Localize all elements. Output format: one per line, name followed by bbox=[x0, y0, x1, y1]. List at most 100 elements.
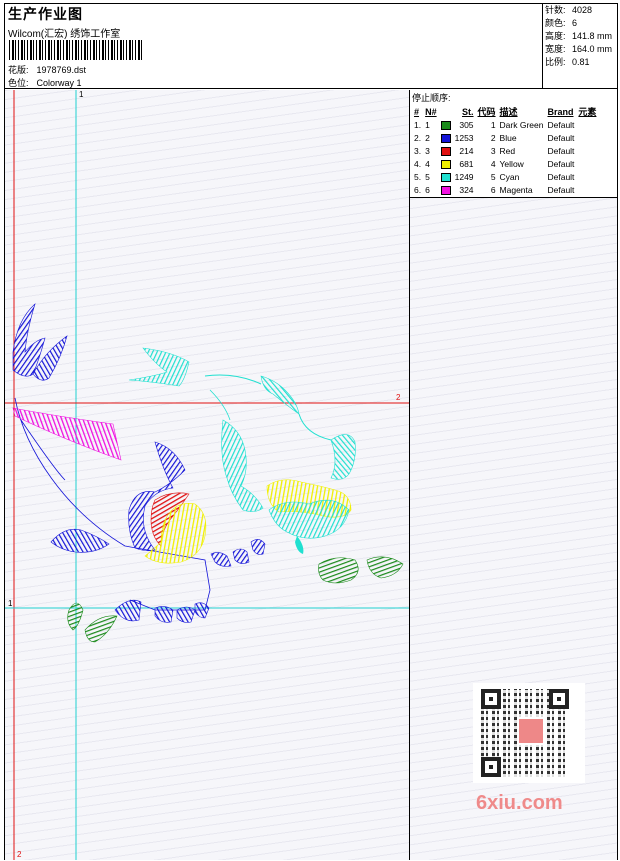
thread-cell-swatch bbox=[439, 170, 453, 183]
thread-cell-idx: 1. bbox=[414, 119, 422, 130]
thread-table: # N# St. 代码 描述 Brand 元素 1. 1 305 1 Dark Gree… bbox=[412, 105, 598, 196]
col-brand: Brand bbox=[547, 106, 574, 117]
worksheet-title: 生产作业图 bbox=[8, 6, 83, 22]
barcode bbox=[9, 40, 143, 60]
thread-cell-desc: Yellow bbox=[499, 158, 524, 169]
thread-row: 5. 5 1249 5 Cyan Default bbox=[412, 170, 598, 183]
thread-cell-desc: Magenta bbox=[499, 184, 533, 195]
thread-cell-desc: Red bbox=[499, 145, 516, 156]
thread-row: 1. 1 305 1 Dark Green Default bbox=[412, 118, 598, 131]
thread-cell-n: 4 bbox=[425, 158, 430, 169]
thread-cell-code: 1 bbox=[490, 119, 496, 130]
thread-cell-st: 681 bbox=[459, 158, 474, 169]
thread-table-header: # N# St. 代码 描述 Brand 元素 bbox=[412, 105, 598, 118]
thread-cell-element bbox=[576, 144, 598, 157]
blue-bottom-dashes bbox=[114, 599, 210, 623]
cyan-shell bbox=[268, 499, 350, 539]
thread-cell-n: 6 bbox=[425, 184, 430, 195]
cyan-body bbox=[221, 419, 264, 512]
qr-code bbox=[473, 683, 585, 783]
thread-cell-idx: 6. bbox=[414, 184, 422, 195]
width-row: 宽度: 164.0 mm bbox=[543, 43, 617, 56]
thread-cell-brand: Default bbox=[547, 145, 575, 156]
cyan-shell-base bbox=[295, 536, 304, 554]
thread-cell-n: 3 bbox=[425, 145, 430, 156]
thread-row: 2. 2 1253 2 Blue Default bbox=[412, 131, 598, 144]
thread-cell-st: 214 bbox=[459, 145, 474, 156]
magenta-leaf bbox=[12, 407, 122, 461]
thread-cell-idx: 2. bbox=[414, 132, 422, 143]
cyan-fin-top bbox=[128, 347, 190, 387]
guide-label-h1: 1 bbox=[8, 599, 13, 608]
thread-cell-element bbox=[576, 170, 598, 183]
qr-corner-icon bbox=[481, 689, 501, 709]
thread-cell-code: 6 bbox=[490, 184, 496, 195]
thread-cell-swatch bbox=[439, 183, 453, 196]
blue-flower-left-leaf bbox=[50, 528, 110, 553]
thread-cell-desc: Blue bbox=[499, 132, 517, 143]
thread-cell-st: 1253 bbox=[454, 132, 474, 143]
thread-row: 4. 4 681 4 Yellow Default bbox=[412, 157, 598, 170]
thread-cell-brand: Default bbox=[547, 132, 575, 143]
qr-corner-icon bbox=[481, 757, 501, 777]
thread-cell-swatch bbox=[439, 131, 453, 144]
thread-cell-brand: Default bbox=[547, 119, 575, 130]
thread-cell-n: 2 bbox=[425, 132, 430, 143]
guide-label-v2: 2 bbox=[17, 850, 22, 859]
thread-cell-code: 2 bbox=[490, 132, 496, 143]
blue-wave-dashes bbox=[210, 539, 266, 567]
info-panel: 停止顺序: # N# St. 代码 描述 Brand 元素 1. 1 305 1 Dar… bbox=[409, 90, 617, 860]
thread-cell-brand: Default bbox=[547, 171, 575, 182]
scale-row: 比例: 0.81 bbox=[543, 56, 617, 69]
thread-cell-brand: Default bbox=[547, 184, 575, 195]
colorway-value: Colorway 1 bbox=[36, 78, 82, 88]
design-file-value: 1978769.dst bbox=[36, 65, 87, 75]
height-value: 141.8 mm bbox=[572, 31, 613, 41]
design-canvas[interactable]: 1 2 1 2 bbox=[5, 90, 409, 860]
thread-cell-idx: 5. bbox=[414, 171, 422, 182]
production-worksheet: 生产作业图 Wilcom(汇宏) 绣饰工作室 花版: 1978769.dst 色… bbox=[4, 3, 618, 860]
qr-corner-icon bbox=[549, 689, 569, 709]
thread-cell-code: 4 bbox=[490, 158, 496, 169]
col-number: N# bbox=[425, 106, 437, 117]
col-description: 描述 bbox=[499, 107, 518, 117]
thread-cell-st: 305 bbox=[459, 119, 474, 130]
thread-cell-st: 324 bbox=[459, 184, 474, 195]
stitch-count-value: 4028 bbox=[572, 5, 593, 15]
thread-cell-swatch bbox=[439, 144, 453, 157]
thread-row: 6. 6 324 6 Magenta Default bbox=[412, 183, 598, 196]
scale-value: 0.81 bbox=[572, 57, 590, 67]
stitch-count-row: 针数: 4028 bbox=[543, 4, 617, 17]
cyan-fin-right bbox=[260, 375, 300, 415]
thread-cell-element bbox=[576, 183, 598, 196]
color-swatch-icon bbox=[440, 185, 451, 195]
color-swatch-icon bbox=[440, 133, 451, 143]
colorway-label: 色位: bbox=[8, 78, 29, 88]
guide-label-h2: 2 bbox=[396, 393, 401, 402]
cyan-tail bbox=[330, 434, 356, 480]
green-leaf-right bbox=[318, 556, 404, 584]
colorway-row: 色位: Colorway 1 bbox=[8, 76, 82, 89]
thread-cell-swatch bbox=[439, 157, 453, 170]
thread-cell-brand: Default bbox=[547, 158, 575, 169]
stitch-count-label: 针数: bbox=[545, 5, 566, 15]
thread-cell-n: 5 bbox=[425, 171, 430, 182]
scale-label: 比例: bbox=[545, 57, 566, 67]
col-element: 元素 bbox=[578, 107, 597, 117]
color-count-label: 颜色: bbox=[545, 18, 566, 28]
qr-logo-icon bbox=[517, 717, 545, 745]
thread-cell-code: 3 bbox=[490, 145, 496, 156]
green-leaf-left bbox=[67, 602, 118, 643]
col-code: 代码 bbox=[477, 107, 496, 117]
color-swatch-icon bbox=[440, 120, 451, 130]
col-color bbox=[439, 105, 453, 118]
embroidery-preview bbox=[5, 90, 409, 860]
thread-cell-element bbox=[576, 118, 598, 131]
color-swatch-icon bbox=[440, 146, 451, 156]
thread-row: 3. 3 214 3 Red Default bbox=[412, 144, 598, 157]
thread-cell-idx: 3. bbox=[414, 145, 422, 156]
guide-label-v1: 1 bbox=[79, 90, 84, 99]
thread-cell-idx: 4. bbox=[414, 158, 422, 169]
watermark-text: 6xiu.com bbox=[476, 792, 563, 814]
col-stitches: St. bbox=[462, 106, 474, 117]
